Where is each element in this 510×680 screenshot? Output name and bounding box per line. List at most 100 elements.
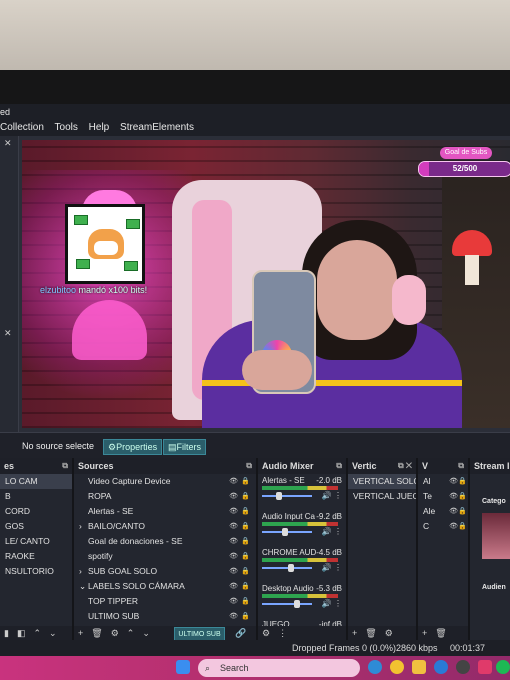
visibility-icon[interactable]: 👁 [449, 504, 458, 519]
visibility-icon[interactable]: 👁 [229, 519, 238, 534]
category-thumbnail[interactable] [482, 513, 510, 559]
visibility-icon[interactable]: 👁 [229, 549, 238, 564]
visibility-icon[interactable]: 👁 [449, 489, 458, 504]
lock-icon[interactable]: 🔒 [241, 519, 250, 534]
remove-icon[interactable]: ▮ [4, 628, 9, 638]
source-item[interactable]: Video Capture Device 👁 🔒 [74, 474, 256, 489]
down-icon[interactable]: ⌄ [49, 628, 57, 638]
source-item[interactable]: TOP TIPPER 👁 🔒 [74, 594, 256, 609]
undock-icon[interactable]: ⧉ [62, 458, 68, 474]
volume-slider[interactable] [262, 603, 312, 605]
link-icon[interactable]: 🔗 [235, 628, 246, 638]
lock-icon[interactable]: 🔒 [241, 579, 250, 594]
undock-icon[interactable]: ⧉ [246, 458, 252, 474]
expand-icon[interactable]: › [79, 564, 88, 579]
up-icon[interactable]: ⌃ [33, 628, 41, 638]
menu-streamelements[interactable]: StreamElements [120, 122, 194, 133]
volume-knob[interactable] [282, 528, 288, 536]
settings-icon[interactable]: ⚙ [111, 628, 119, 638]
lock-icon[interactable]: 🔒 [458, 489, 467, 504]
vertical-source-item[interactable]: Te 👁 🔒 [418, 489, 468, 504]
source-badge[interactable]: ULTIMO SUB [174, 627, 225, 640]
lock-icon[interactable]: 🔒 [241, 504, 250, 519]
obs-icon[interactable] [456, 660, 470, 674]
scene-item[interactable]: LE/ CANTO [0, 534, 72, 549]
mute-icon[interactable]: 🔊 ⋮ [322, 563, 342, 572]
remove-icon[interactable]: 🗑 [435, 628, 446, 638]
lock-icon[interactable]: 🔒 [458, 504, 467, 519]
source-item[interactable]: › SUB GOAL SOLO 👁 🔒 [74, 564, 256, 579]
lock-icon[interactable]: 🔒 [241, 474, 250, 489]
mute-icon[interactable]: 🔊 ⋮ [322, 599, 342, 608]
menu-tools[interactable]: Tools [55, 122, 78, 133]
start-icon[interactable] [176, 660, 190, 674]
source-item[interactable]: Goal de donaciones - SE 👁 🔒 [74, 534, 256, 549]
visibility-icon[interactable]: 👁 [449, 519, 458, 534]
undock-icon[interactable]: ⧉ ✕ [398, 458, 412, 474]
scene-item[interactable]: RAOKE [0, 549, 72, 564]
source-item[interactable]: ⌄ LABELS SOLO CÁMARA 👁 🔒 [74, 579, 256, 594]
close-icon[interactable]: ✕ [4, 328, 12, 339]
source-item[interactable]: spotify 👁 🔒 [74, 549, 256, 564]
filters-button[interactable]: ▤Filters [163, 439, 207, 455]
remove-icon[interactable]: 🗑 [365, 628, 376, 638]
visibility-icon[interactable]: 👁 [229, 564, 238, 579]
up-icon[interactable]: ⌃ [127, 628, 135, 638]
lock-icon[interactable]: 🔒 [241, 534, 250, 549]
app-icon[interactable] [478, 660, 492, 674]
lock-icon[interactable]: 🔒 [241, 489, 250, 504]
lock-icon[interactable]: 🔒 [241, 609, 250, 624]
close-icon[interactable]: ✕ [4, 138, 12, 149]
down-icon[interactable]: ⌄ [142, 628, 150, 638]
spotify-icon[interactable] [496, 660, 510, 674]
remove-icon[interactable]: 🗑 [91, 628, 102, 638]
volume-knob[interactable] [276, 492, 282, 500]
menu-help[interactable]: Help [89, 122, 110, 133]
undock-icon[interactable]: ⧉ [336, 458, 342, 474]
source-item[interactable]: ULTIMO SUB 👁 🔒 [74, 609, 256, 624]
lock-icon[interactable]: 🔒 [241, 594, 250, 609]
stream-preview[interactable]: elzubitoo mandó x100 bits! Goal de Subs … [22, 140, 510, 428]
add-icon[interactable]: + [78, 628, 83, 638]
mute-icon[interactable]: 🔊 ⋮ [322, 491, 342, 500]
volume-knob[interactable] [294, 600, 300, 608]
visibility-icon[interactable]: 👁 [229, 609, 238, 624]
source-item[interactable]: › BAILO/CANTO 👁 🔒 [74, 519, 256, 534]
visibility-icon[interactable]: 👁 [229, 579, 238, 594]
settings-icon[interactable]: ⚙ [262, 628, 270, 638]
properties-button[interactable]: ⚙Properties [103, 439, 163, 455]
scene-item[interactable]: NSULTORIO [0, 564, 72, 579]
visibility-icon[interactable]: 👁 [229, 594, 238, 609]
vertical-source-item[interactable]: Al 👁 🔒 [418, 474, 468, 489]
vertical-scene-item[interactable]: VERTICAL SOLO C [348, 474, 416, 489]
taskbar-search[interactable]: ⌕ Search [198, 659, 360, 677]
add-icon[interactable]: + [422, 628, 427, 638]
volume-knob[interactable] [288, 564, 294, 572]
expand-icon[interactable]: › [79, 519, 88, 534]
lock-icon[interactable]: 🔒 [241, 549, 250, 564]
settings-icon[interactable]: ◧ [17, 628, 26, 638]
scene-item[interactable]: CORD [0, 504, 72, 519]
lock-icon[interactable]: 🔒 [458, 474, 467, 489]
expand-icon[interactable]: ⌄ [79, 579, 88, 594]
add-icon[interactable]: + [352, 628, 357, 638]
source-item[interactable]: ROPA 👁 🔒 [74, 489, 256, 504]
browser-icon[interactable] [434, 660, 448, 674]
visibility-icon[interactable]: 👁 [229, 474, 238, 489]
chrome-icon[interactable] [390, 660, 404, 674]
menu-collection[interactable]: Collection [0, 122, 44, 133]
scene-item[interactable]: GOS [0, 519, 72, 534]
visibility-icon[interactable]: 👁 [229, 534, 238, 549]
visibility-icon[interactable]: 👁 [229, 489, 238, 504]
lock-icon[interactable]: 🔒 [458, 519, 467, 534]
vertical-source-item[interactable]: C 👁 🔒 [418, 519, 468, 534]
edge-icon[interactable] [368, 660, 382, 674]
vertical-scene-item[interactable]: VERTICAL JUEGOS [348, 489, 416, 504]
source-item[interactable]: Alertas - SE 👁 🔒 [74, 504, 256, 519]
settings-icon[interactable]: ⚙ [385, 628, 393, 638]
volume-slider[interactable] [262, 567, 312, 569]
visibility-icon[interactable]: 👁 [449, 474, 458, 489]
vertical-source-item[interactable]: Ale 👁 🔒 [418, 504, 468, 519]
volume-slider[interactable] [262, 495, 312, 497]
scene-item[interactable]: B [0, 489, 72, 504]
